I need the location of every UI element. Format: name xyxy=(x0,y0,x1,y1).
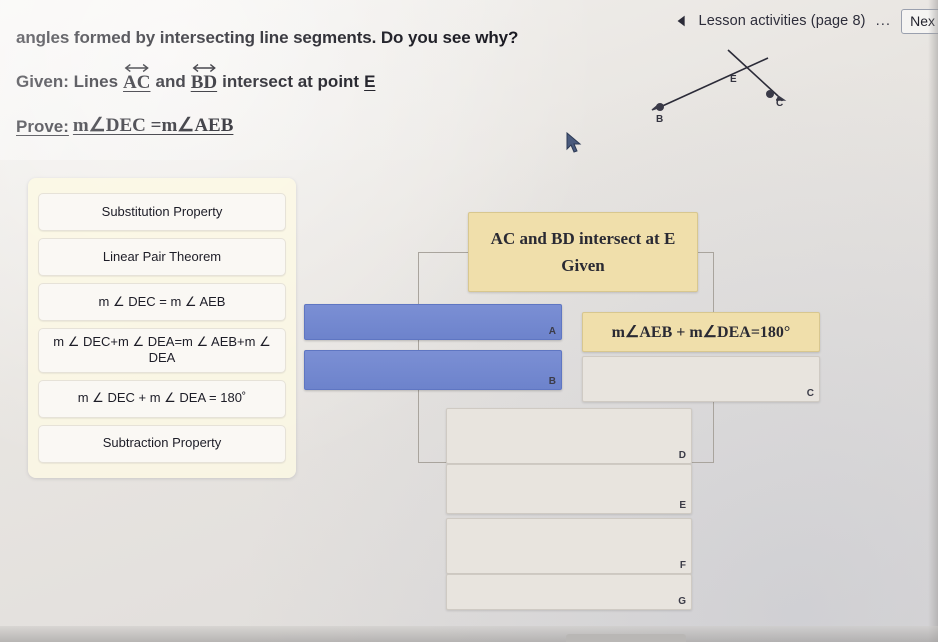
given-prefix: Given: Lines xyxy=(16,72,119,91)
line-bd-label: BD xyxy=(190,63,218,93)
proof-slot-a[interactable]: A xyxy=(304,304,562,340)
proof-flowchart: AC and BD intersect at E Given A B m∠AEB… xyxy=(300,200,860,620)
geometry-figure: E B C xyxy=(618,36,808,136)
bank-item-dec-plus-dea-180[interactable]: m ∠ DEC + m ∠ DEA = 180˚ xyxy=(38,379,286,418)
proof-slot-e[interactable]: E xyxy=(446,464,692,514)
slot-letter-g: G xyxy=(678,596,686,607)
screen-bottom-band xyxy=(0,626,938,642)
slot-letter-b: B xyxy=(548,376,556,387)
screen-bottom-nub xyxy=(566,634,686,642)
bank-item-subtraction-property[interactable]: Subtraction Property xyxy=(38,424,286,463)
given-conjunction: and xyxy=(155,72,186,91)
figure-label-c: C xyxy=(776,98,784,109)
given-box: AC and BD intersect at E Given xyxy=(468,212,698,292)
proof-slot-c[interactable]: C xyxy=(582,356,820,402)
slot-letter-c: C xyxy=(806,388,814,399)
lesson-header: Lesson activities (page 8) ... Nex xyxy=(600,6,938,36)
mouse-cursor xyxy=(566,131,582,154)
given-line: Given: Lines AC and BD intersect at poin… xyxy=(16,63,576,93)
slot-letter-a: A xyxy=(548,326,556,337)
given-box-line-2: Given xyxy=(561,255,605,275)
double-arrow-icon xyxy=(123,63,150,73)
aeb-statement-box: m∠AEB + m∠DEA=180° xyxy=(582,312,820,352)
previous-triangle-icon[interactable] xyxy=(673,12,691,30)
line-ac-label: AC xyxy=(123,63,151,93)
given-box-line-1: AC and BD intersect at E xyxy=(490,228,676,248)
slot-letter-d: D xyxy=(678,450,686,461)
lesson-title: Lesson activities (page 8) xyxy=(698,13,866,29)
given-suffix: intersect at point xyxy=(222,72,360,91)
proof-slot-d[interactable]: D xyxy=(446,408,692,464)
proof-slot-f[interactable]: F xyxy=(446,518,692,574)
line-ac-text: AC xyxy=(123,72,151,93)
figure-label-b: B xyxy=(656,114,664,125)
prove-statement: m∠DEC =m∠AEB xyxy=(72,115,234,136)
slot-letter-f: F xyxy=(679,560,686,571)
proof-slot-b[interactable]: B xyxy=(304,350,562,390)
bank-item-substitution-property[interactable]: Substitution Property xyxy=(38,193,286,231)
activity-page: Lesson activities (page 8) ... Nex angle… xyxy=(0,0,938,642)
slot-letter-e: E xyxy=(679,500,686,511)
proof-slot-g[interactable]: G xyxy=(446,574,692,610)
prove-line: Prove: m∠DEC =m∠AEB xyxy=(16,114,576,137)
problem-statement: angles formed by intersecting line segme… xyxy=(16,28,576,137)
answer-bank: Substitution Property Linear Pair Theore… xyxy=(28,178,296,478)
line-bd-text: BD xyxy=(190,72,218,93)
aeb-statement-text: m∠AEB + m∠DEA=180° xyxy=(611,324,791,341)
bank-item-m-dec-eq-m-aeb[interactable]: m ∠ DEC = m ∠ AEB xyxy=(38,283,286,321)
bank-item-sum-equality[interactable]: m ∠ DEC+m ∠ DEA=m ∠ AEB+m ∠ DEA xyxy=(38,328,286,373)
bank-item-linear-pair-theorem[interactable]: Linear Pair Theorem xyxy=(38,238,286,276)
figure-label-e: E xyxy=(730,74,737,85)
double-arrow-icon xyxy=(191,63,217,73)
screen-right-edge xyxy=(928,0,938,642)
overflow-menu-icon[interactable]: ... xyxy=(874,13,894,28)
point-e-label: E xyxy=(364,72,376,91)
prove-prefix: Prove: xyxy=(16,117,69,136)
statement-line-1: angles formed by intersecting line segme… xyxy=(16,28,519,47)
